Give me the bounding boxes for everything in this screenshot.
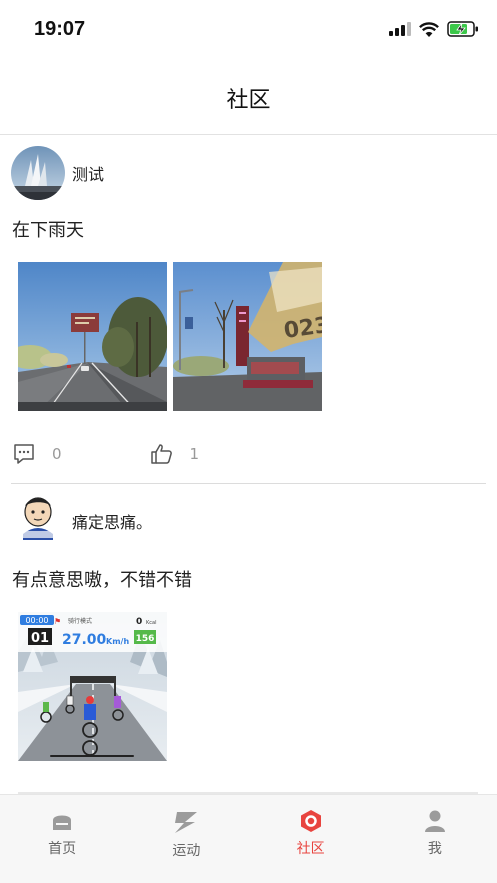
tab-home[interactable]: 首页	[0, 795, 124, 883]
home-icon	[53, 815, 72, 830]
post-header: 测试	[11, 146, 104, 200]
comment-icon	[14, 444, 34, 464]
nav-bar: 社区	[0, 60, 497, 135]
game-speed-unit: Km/h	[106, 637, 129, 646]
street-sign-photo[interactable]: 023	[173, 262, 322, 411]
post-text: 有点意思嗷，不错不错	[12, 570, 192, 591]
post-header: 痛定思痛。	[11, 494, 152, 548]
tab-label: 社区	[296, 841, 325, 857]
game-kcal-unit: Kcal	[146, 620, 156, 626]
svg-text:⚑: ⚑	[54, 617, 61, 626]
game-heart-rate: 156	[136, 634, 155, 644]
post-username[interactable]: 测试	[72, 161, 104, 185]
tab-label: 我	[427, 841, 442, 857]
avatar[interactable]	[11, 146, 65, 200]
comment-count: 0	[52, 445, 62, 463]
comment-button[interactable]: 0	[12, 442, 62, 466]
post-card[interactable]: 痛定思痛。 有点意思嗷，不错不错 00:00 01 ⚑ 骑行模式 27.00 K…	[0, 484, 497, 794]
like-button[interactable]: 1	[150, 442, 200, 466]
profile-icon	[424, 810, 445, 832]
community-icon	[300, 810, 321, 832]
game-kcal: 0	[136, 617, 142, 627]
cellular-signal-icon	[389, 22, 411, 36]
tab-me[interactable]: 我	[373, 795, 497, 883]
tab-label: 运动	[172, 843, 201, 859]
wifi-icon	[419, 21, 439, 37]
road-photo[interactable]	[18, 262, 167, 411]
game-speed: 27.00	[62, 632, 107, 648]
status-time: 19:07	[34, 18, 86, 40]
game-mode: 骑行模式	[68, 617, 92, 625]
game-timer: 00:00	[25, 616, 48, 625]
like-count: 1	[189, 445, 200, 463]
battery-charging-icon	[447, 21, 478, 37]
svg-text:023: 023	[282, 313, 322, 344]
post-username[interactable]: 痛定思痛。	[72, 509, 152, 533]
game-rank: 01	[31, 631, 49, 646]
page-title: 社区	[226, 88, 271, 113]
thumbs-up-icon	[150, 444, 172, 464]
status-bar: 19:07	[0, 0, 497, 60]
post-card[interactable]: 测试 在下雨天 023 0 1	[0, 136, 497, 483]
post-text: 在下雨天	[12, 220, 84, 241]
tab-community[interactable]: 社区	[249, 795, 373, 883]
tab-bar: 首页 运动 社区 我	[0, 794, 497, 883]
cycling-game-photo[interactable]: 00:00 01 ⚑ 骑行模式 27.00 Km/h 0 Kcal 156	[18, 612, 167, 761]
sport-icon	[175, 812, 198, 833]
tab-label: 首页	[48, 841, 77, 857]
avatar[interactable]	[11, 494, 65, 548]
community-feed[interactable]: 测试 在下雨天 023 0 1 痛定思痛。 有点意思嗷，不错不错 00:00 0…	[0, 136, 497, 794]
post-actions: 0 1	[12, 442, 199, 466]
post-photos: 00:00 01 ⚑ 骑行模式 27.00 Km/h 0 Kcal 156	[18, 612, 167, 761]
status-icons	[389, 21, 479, 37]
tab-sport[interactable]: 运动	[124, 795, 248, 883]
post-photos: 023	[18, 262, 322, 411]
